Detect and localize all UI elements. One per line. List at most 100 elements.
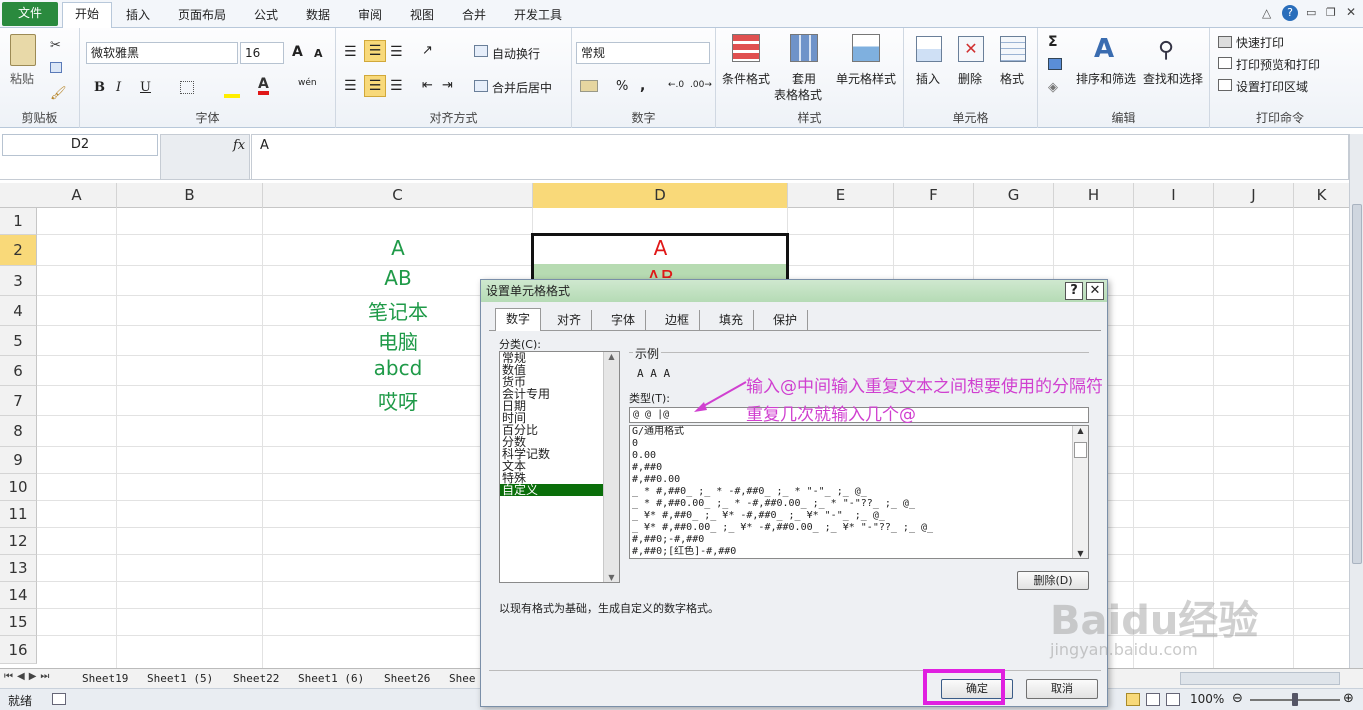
cut-icon[interactable]: ✂ [50, 38, 61, 53]
row-header-11[interactable]: 11 [0, 501, 37, 528]
paste-icon[interactable] [10, 34, 36, 66]
bold-button[interactable]: B [94, 80, 105, 95]
category-item[interactable]: 日期 [500, 400, 619, 412]
category-item[interactable]: 分数 [500, 436, 619, 448]
delete-cells-icon[interactable]: ✕ [958, 36, 984, 62]
page-break-view-icon[interactable] [1166, 693, 1180, 706]
category-item-selected[interactable]: 自定义 [500, 484, 619, 496]
sheet-tab[interactable]: Sheet26 [378, 671, 436, 688]
border-icon[interactable] [180, 81, 194, 94]
category-item[interactable]: 货币 [500, 376, 619, 388]
row-header-4[interactable]: 4 [0, 296, 37, 326]
conditional-format-icon[interactable] [732, 34, 760, 62]
align-middle-icon[interactable]: ☰ [364, 40, 386, 62]
help-icon[interactable]: ? [1282, 5, 1298, 21]
format-item[interactable]: _ * #,##0_ ;_ * -#,##0_ ;_ * "-"_ ;_ @_ [630, 486, 1088, 498]
dialog-help-button[interactable]: ? [1065, 282, 1083, 300]
phonetic-icon[interactable]: wén [298, 78, 317, 88]
scrollbar-thumb[interactable] [1074, 442, 1087, 458]
cell-d3[interactable]: AB [533, 266, 788, 278]
tab-insert[interactable]: 插入 [118, 4, 158, 28]
minimize-ribbon-icon[interactable]: △ [1262, 6, 1271, 20]
scrollbar-thumb[interactable] [1352, 204, 1362, 564]
row-header-2[interactable]: 2 [0, 235, 37, 266]
sort-filter-label[interactable]: 排序和筛选 [1076, 70, 1136, 87]
row-header-5[interactable]: 5 [0, 326, 37, 356]
column-header-h[interactable]: H [1054, 183, 1134, 208]
column-header-a[interactable]: A [37, 183, 117, 208]
row-header-10[interactable]: 10 [0, 474, 37, 501]
row-header-9[interactable]: 9 [0, 447, 37, 474]
grow-font-icon[interactable]: A [292, 44, 303, 60]
row-header-13[interactable]: 13 [0, 555, 37, 582]
align-left-icon[interactable]: ☰ [344, 78, 357, 94]
macro-record-icon[interactable] [52, 693, 66, 705]
align-top-icon[interactable]: ☰ [344, 44, 357, 60]
row-header-16[interactable]: 16 [0, 636, 37, 664]
tab-review[interactable]: 审阅 [350, 4, 390, 28]
category-item[interactable]: 文本 [500, 460, 619, 472]
quick-print-label[interactable]: 快速打印 [1236, 34, 1284, 51]
tab-file[interactable]: 文件 [2, 2, 58, 26]
category-item[interactable]: 特殊 [500, 472, 619, 484]
column-header-f[interactable]: F [894, 183, 974, 208]
format-item[interactable]: _ ¥* #,##0.00_ ;_ ¥* -#,##0.00_ ;_ ¥* "-… [630, 522, 1088, 534]
align-right-icon[interactable]: ☰ [390, 78, 403, 94]
column-header-d[interactable]: D [533, 183, 788, 208]
window-min-icon[interactable]: ▭ [1306, 6, 1316, 19]
row-header-6[interactable]: 6 [0, 356, 37, 386]
dialog-tab-font[interactable]: 字体 [601, 310, 647, 330]
tab-data[interactable]: 数据 [298, 4, 338, 28]
sheet-nav-arrows-icon[interactable]: ⏮◀▶⏭ [4, 671, 53, 682]
format-item[interactable]: 0 [630, 438, 1088, 450]
wrap-text-label[interactable]: 自动换行 [492, 45, 540, 62]
shrink-font-icon[interactable]: A [314, 47, 323, 60]
fx-icon[interactable]: fx [233, 138, 245, 153]
cancel-button[interactable]: 取消 [1026, 679, 1098, 699]
align-bottom-icon[interactable]: ☰ [390, 44, 403, 60]
copy-icon[interactable] [50, 62, 62, 73]
column-header-i[interactable]: I [1134, 183, 1214, 208]
decrease-decimal-icon[interactable]: .00→ [690, 80, 712, 90]
category-item[interactable]: 科学记数 [500, 448, 619, 460]
dialog-close-button[interactable]: ✕ [1086, 282, 1104, 300]
category-list[interactable]: 常规 数值 货币 会计专用 日期 时间 百分比 分数 科学记数 文本 特殊 自定… [499, 351, 620, 583]
print-area-label[interactable]: 设置打印区域 [1236, 78, 1308, 95]
zoom-out-icon[interactable]: ⊖ [1232, 691, 1243, 706]
merge-center-label[interactable]: 合并后居中 [492, 79, 552, 96]
font-color-icon[interactable]: A [258, 77, 269, 95]
cell-c2[interactable]: A [263, 236, 533, 265]
sheet-tab[interactable]: Sheet22 [227, 671, 285, 688]
tab-developer[interactable]: 开发工具 [506, 4, 570, 28]
quick-print-icon[interactable] [1218, 36, 1232, 48]
category-item[interactable]: 百分比 [500, 424, 619, 436]
column-header-e[interactable]: E [788, 183, 894, 208]
print-preview-icon[interactable] [1218, 57, 1232, 69]
indent-icon[interactable]: ⇤ [422, 78, 433, 93]
column-header-c[interactable]: C [263, 183, 533, 208]
zoom-slider-thumb[interactable] [1292, 693, 1298, 706]
category-item[interactable]: 时间 [500, 412, 619, 424]
tab-view[interactable]: 视图 [402, 4, 442, 28]
column-header-b[interactable]: B [117, 183, 263, 208]
dialog-tab-fill[interactable]: 填充 [709, 310, 755, 330]
row-header-3[interactable]: 3 [0, 266, 37, 296]
name-box[interactable]: D2 [2, 134, 158, 156]
insert-cells-icon[interactable] [916, 36, 942, 62]
number-format-select[interactable]: 常规 [576, 42, 710, 64]
cell-styles-icon[interactable] [852, 34, 880, 62]
format-as-table-label1[interactable]: 套用 [792, 70, 816, 87]
sheet-tab[interactable]: Shee [443, 671, 482, 688]
format-item[interactable]: #,##0.00 [630, 474, 1088, 486]
paste-label[interactable]: 粘贴 [10, 70, 34, 87]
row-header-15[interactable]: 15 [0, 609, 37, 636]
category-item[interactable]: 数值 [500, 364, 619, 376]
window-restore-icon[interactable]: ❐ [1326, 6, 1336, 19]
format-cells-label[interactable]: 格式 [1000, 70, 1024, 87]
fill-color-icon[interactable] [224, 94, 240, 98]
tab-page-layout[interactable]: 页面布局 [170, 4, 234, 28]
wrap-text-icon[interactable] [474, 45, 488, 57]
find-select-label[interactable]: 查找和选择 [1143, 70, 1203, 87]
row-header-7[interactable]: 7 [0, 386, 37, 416]
row-header-8[interactable]: 8 [0, 416, 37, 447]
